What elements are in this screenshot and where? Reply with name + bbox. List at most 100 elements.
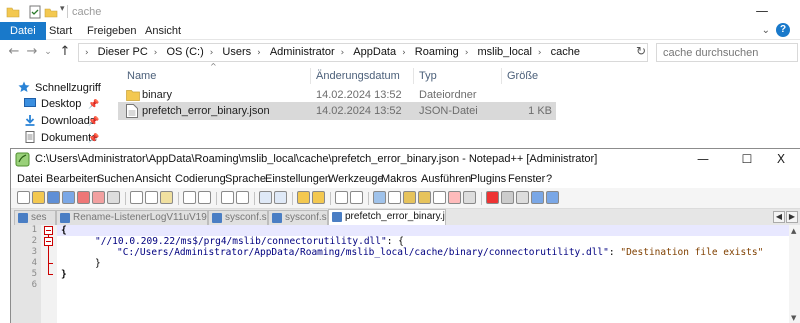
copy-icon[interactable]	[145, 191, 158, 204]
folder-workspace-icon[interactable]	[433, 191, 446, 204]
search-input[interactable]: cache durchsuchen	[656, 43, 798, 62]
run-multiple-icon[interactable]	[531, 191, 544, 204]
help-icon[interactable]: ?	[776, 23, 790, 37]
menu-item-plugins[interactable]: Plugins	[470, 173, 506, 185]
chevron-right-icon: ›	[153, 48, 158, 58]
record-macro-icon[interactable]	[463, 191, 476, 204]
column-header-date[interactable]: Änderungsdatum	[316, 70, 400, 82]
ribbon-tab-start[interactable]: Start	[40, 22, 81, 40]
menu-item-ansicht[interactable]: Ansicht	[135, 173, 171, 185]
recent-locations-icon[interactable]: ⌄	[40, 44, 56, 60]
paste-icon[interactable]	[160, 191, 173, 204]
notepadpp-logo-icon	[15, 152, 30, 167]
redo-icon[interactable]	[198, 191, 211, 204]
minimize-button[interactable]: —	[740, 0, 784, 24]
tab-rename-listener[interactable]: Rename-ListenerLogV11uV19-1.bat	[56, 210, 208, 225]
print-icon[interactable]	[107, 191, 120, 204]
cut-icon[interactable]	[130, 191, 143, 204]
column-header-name[interactable]: Name	[127, 70, 156, 82]
ribbon-tab-ansicht[interactable]: Ansicht	[136, 22, 190, 40]
refresh-icon[interactable]: ↻	[636, 44, 646, 58]
properties-icon[interactable]	[28, 5, 42, 19]
save-icon[interactable]	[47, 191, 60, 204]
breadcrumb-item[interactable]: Administrator	[270, 46, 335, 58]
show-all-chars-icon[interactable]	[350, 191, 363, 204]
menu-item-werkzeuge[interactable]: Werkzeuge	[328, 173, 383, 185]
zoom-out-icon[interactable]	[274, 191, 287, 204]
breadcrumb-item[interactable]: cache	[551, 46, 580, 58]
address-bar[interactable]: › Dieser PC › OS (C:) › Users › Administrat…	[78, 43, 648, 62]
breadcrumb-item[interactable]: OS (C:)	[166, 46, 203, 58]
quick-access-dropdown-icon[interactable]: ▾	[60, 4, 65, 14]
up-icon[interactable]: ↑	[57, 44, 73, 60]
vertical-scrollbar[interactable]: ▲ ▼	[789, 225, 800, 323]
file-row-prefetch-error-binary-json[interactable]: prefetch_error_binary.json 14.02.2024 13…	[118, 102, 556, 120]
indent-guide-icon[interactable]	[373, 191, 386, 204]
line-number-gutter: 1 2 3 4 5 6	[11, 225, 41, 323]
breadcrumb-item[interactable]: Roaming	[415, 46, 459, 58]
tab-scroll-right-icon[interactable]: ▶	[786, 211, 798, 223]
forward-icon[interactable]: →	[24, 44, 40, 60]
new-folder-icon[interactable]	[44, 5, 58, 19]
menu-item-datei[interactable]: Datei	[17, 173, 43, 185]
fold-margin[interactable]	[41, 225, 57, 323]
lang-icon[interactable]	[388, 191, 401, 204]
sidebar-item-downloads[interactable]: Downloads	[24, 113, 95, 129]
menu-item-help[interactable]: ?	[546, 173, 552, 185]
expand-ribbon-icon[interactable]: ⌄	[762, 25, 770, 36]
sync-scroll-h-icon[interactable]	[312, 191, 325, 204]
sidebar-item-dokumente[interactable]: Dokumente	[24, 130, 97, 146]
menu-item-suchen[interactable]: Suchen	[97, 173, 134, 185]
start-recording-icon[interactable]	[486, 191, 499, 204]
save-macro-icon[interactable]	[546, 191, 559, 204]
stop-recording-icon[interactable]	[501, 191, 514, 204]
line-number: 3	[31, 247, 37, 257]
breadcrumb-item[interactable]: Users	[222, 46, 251, 58]
scroll-down-icon[interactable]: ▼	[791, 314, 796, 322]
back-icon[interactable]: ←	[6, 44, 22, 60]
column-header-size[interactable]: Größe	[507, 70, 538, 82]
tab-scroll-left-icon[interactable]: ◀	[773, 211, 785, 223]
tab-prefetch-error-binary-json[interactable]: prefetch_error_binary.json⊠	[328, 209, 446, 225]
tab-sysconf-2[interactable]: sysconf.s	[268, 210, 328, 225]
breadcrumb-item[interactable]: AppData	[353, 46, 396, 58]
close-all-icon[interactable]	[92, 191, 105, 204]
breadcrumb-item[interactable]: mslib_local	[477, 46, 531, 58]
tab-ses[interactable]: ses	[14, 210, 56, 225]
sidebar-item-desktop[interactable]: Desktop	[24, 96, 81, 112]
menu-item-makros[interactable]: Makros	[381, 173, 417, 185]
zoom-in-icon[interactable]	[259, 191, 272, 204]
doc-map-icon[interactable]	[403, 191, 416, 204]
playback-icon[interactable]	[516, 191, 529, 204]
new-file-icon[interactable]	[17, 191, 30, 204]
column-header-type[interactable]: Typ	[419, 70, 437, 82]
column-divider[interactable]	[501, 68, 502, 84]
menu-item-ausfuehren[interactable]: Ausführen	[421, 173, 471, 185]
find-icon[interactable]	[221, 191, 234, 204]
column-divider[interactable]	[413, 68, 414, 84]
open-file-icon[interactable]	[32, 191, 45, 204]
replace-icon[interactable]	[236, 191, 249, 204]
divider	[67, 5, 68, 18]
ribbon-tab-datei[interactable]: Datei	[0, 22, 46, 40]
undo-icon[interactable]	[183, 191, 196, 204]
menu-item-einstellungen[interactable]: Einstellungen	[265, 173, 331, 185]
save-all-icon[interactable]	[62, 191, 75, 204]
word-wrap-icon[interactable]	[335, 191, 348, 204]
npp-close-button[interactable]: X	[759, 149, 800, 170]
menu-item-sprache[interactable]: Sprache	[225, 173, 266, 185]
function-list-icon[interactable]	[418, 191, 431, 204]
tab-sysconf-1[interactable]: sysconf.s	[208, 210, 268, 225]
breadcrumb-item[interactable]: Dieser PC	[98, 46, 148, 58]
scroll-up-icon[interactable]: ▲	[791, 227, 796, 235]
sync-scroll-v-icon[interactable]	[297, 191, 310, 204]
sidebar-item-schnellzugriff[interactable]: Schnellzugriff	[18, 80, 101, 96]
menu-item-bearbeiten[interactable]: Bearbeiten	[46, 173, 99, 185]
menu-item-fenster[interactable]: Fenster	[508, 173, 545, 185]
menu-item-codierung[interactable]: Codierung	[175, 173, 226, 185]
column-divider[interactable]	[310, 68, 311, 84]
npp-minimize-button[interactable]: —	[681, 149, 725, 170]
code-editor[interactable]: 1 2 3 4 5 6 { "//10.0.209.22/ms$/prg4/ms…	[11, 225, 800, 323]
monitoring-icon[interactable]	[448, 191, 461, 204]
close-file-icon[interactable]	[77, 191, 90, 204]
